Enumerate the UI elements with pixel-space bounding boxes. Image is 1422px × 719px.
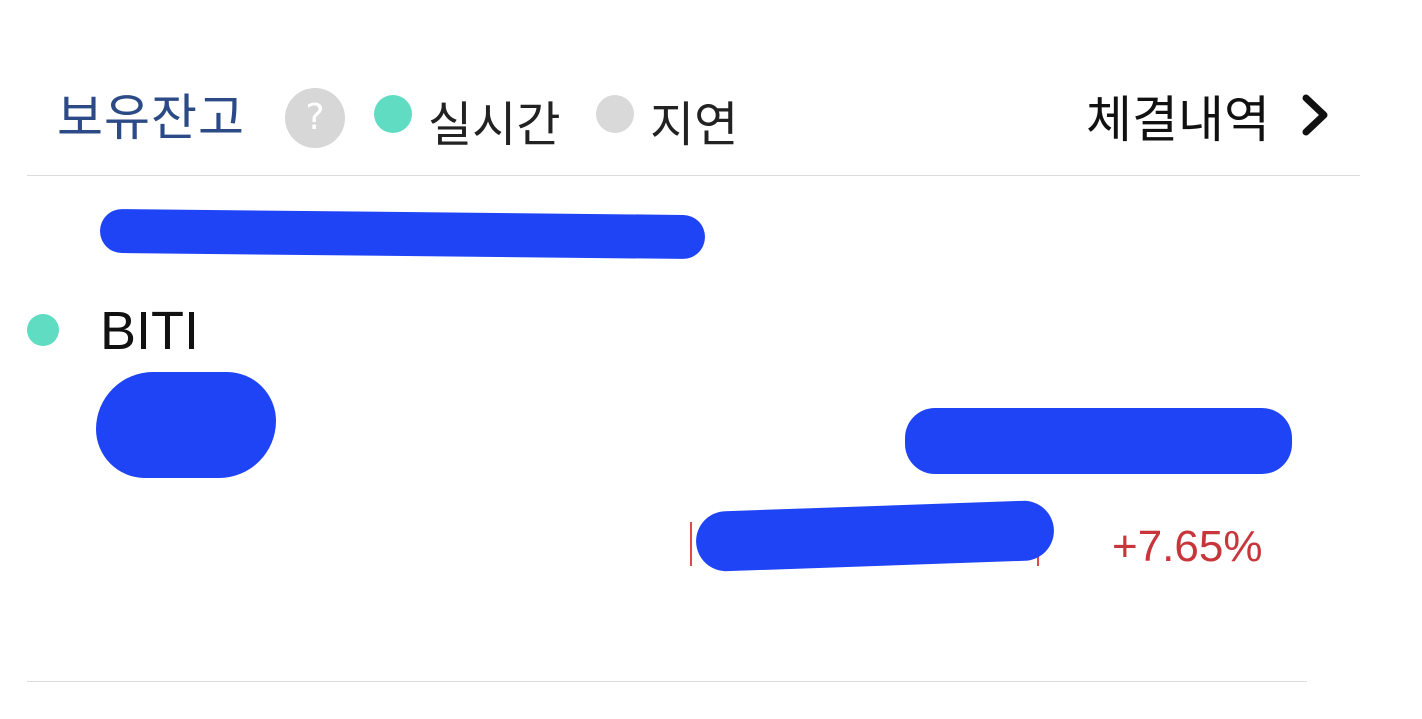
delayed-indicator-icon: [596, 95, 634, 133]
row-divider: [27, 681, 1307, 682]
redacted-profit-amount: [695, 499, 1055, 573]
holdings-panel: 보유잔고 ? 실시간 지연 체결내역 BITI +7.65%: [0, 0, 1422, 719]
realtime-indicator-icon: [374, 95, 412, 133]
redacted-valuation: [905, 408, 1292, 474]
delayed-label: 지연: [650, 97, 739, 153]
help-icon[interactable]: ?: [285, 88, 345, 148]
redacted-quantity: [96, 372, 276, 478]
trade-history-link[interactable]: 체결내역: [1086, 80, 1332, 152]
return-rate: +7.65%: [1112, 522, 1263, 571]
trade-history-label[interactable]: 체결내역: [1086, 80, 1270, 152]
holding-realtime-indicator-icon: [27, 314, 59, 346]
header-divider: [27, 175, 1360, 176]
realtime-label: 실시간: [428, 97, 561, 153]
redacted-account-info: [99, 208, 706, 260]
stock-name[interactable]: BITI: [100, 300, 199, 362]
redaction-edge-mark: [690, 522, 692, 566]
page-title: 보유잔고: [57, 89, 245, 147]
chevron-right-icon[interactable]: [1300, 94, 1330, 136]
